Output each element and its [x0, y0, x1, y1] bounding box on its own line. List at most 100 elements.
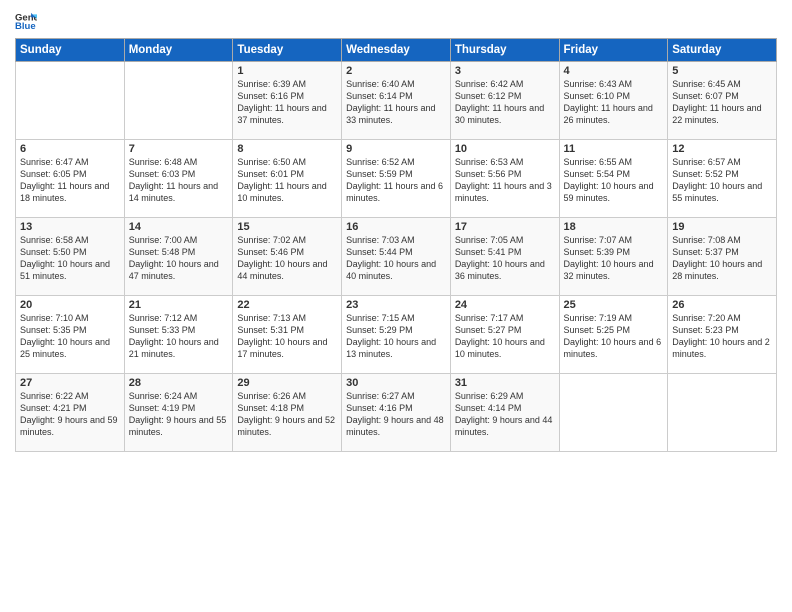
day-cell: 22 Sunrise: 7:13 AMSunset: 5:31 PMDayligh…	[233, 296, 342, 374]
cell-info: Sunrise: 6:39 AMSunset: 6:16 PMDaylight:…	[237, 79, 326, 125]
day-number: 28	[129, 377, 229, 389]
day-number: 11	[564, 143, 664, 155]
cell-info: Sunrise: 7:03 AMSunset: 5:44 PMDaylight:…	[346, 235, 436, 281]
cell-info: Sunrise: 6:29 AMSunset: 4:14 PMDaylight:…	[455, 391, 553, 437]
day-number: 20	[20, 299, 120, 311]
day-number: 18	[564, 221, 664, 233]
day-cell: 18 Sunrise: 7:07 AMSunset: 5:39 PMDayligh…	[559, 218, 668, 296]
day-cell: 27 Sunrise: 6:22 AMSunset: 4:21 PMDayligh…	[16, 374, 125, 452]
cell-info: Sunrise: 6:58 AMSunset: 5:50 PMDaylight:…	[20, 235, 110, 281]
weekday-header-monday: Monday	[124, 39, 233, 62]
day-number: 25	[564, 299, 664, 311]
day-number: 17	[455, 221, 555, 233]
day-cell: 25Sunrise: 7:19 AMSunset: 5:25 PMDayligh…	[559, 296, 668, 374]
cell-info: Sunrise: 7:15 AMSunset: 5:29 PMDaylight:…	[346, 313, 436, 359]
weekday-header-wednesday: Wednesday	[342, 39, 451, 62]
day-number: 6	[20, 143, 120, 155]
cell-info: Sunrise: 6:57 AMSunset: 5:52 PMDaylight:…	[672, 157, 762, 203]
day-cell	[124, 62, 233, 140]
weekday-header-tuesday: Tuesday	[233, 39, 342, 62]
day-cell	[559, 374, 668, 452]
weekday-header-row: SundayMondayTuesdayWednesdayThursdayFrid…	[16, 39, 777, 62]
day-cell: 29 Sunrise: 6:26 AMSunset: 4:18 PMDayligh…	[233, 374, 342, 452]
weekday-header-sunday: Sunday	[16, 39, 125, 62]
day-number: 15	[237, 221, 337, 233]
cell-info: Sunrise: 6:42 AMSunset: 6:12 PMDaylight:…	[455, 79, 544, 125]
day-number: 5	[672, 65, 772, 77]
cell-info: Sunrise: 7:13 AMSunset: 5:31 PMDaylight:…	[237, 313, 327, 359]
week-row-4: 20 Sunrise: 7:10 AMSunset: 5:35 PMDayligh…	[16, 296, 777, 374]
cell-info: Sunrise: 7:00 AMSunset: 5:48 PMDaylight:…	[129, 235, 219, 281]
day-cell: 1 Sunrise: 6:39 AMSunset: 6:16 PMDaylight…	[233, 62, 342, 140]
day-cell: 2 Sunrise: 6:40 AMSunset: 6:14 PMDaylight…	[342, 62, 451, 140]
day-number: 8	[237, 143, 337, 155]
cell-info: Sunrise: 7:02 AMSunset: 5:46 PMDaylight:…	[237, 235, 327, 281]
cell-info: Sunrise: 6:48 AMSunset: 6:03 PMDaylight:…	[129, 157, 218, 203]
day-number: 24	[455, 299, 555, 311]
cell-info: Sunrise: 6:50 AMSunset: 6:01 PMDaylight:…	[237, 157, 326, 203]
cell-info: Sunrise: 7:17 AMSunset: 5:27 PMDaylight:…	[455, 313, 545, 359]
day-number: 22	[237, 299, 337, 311]
day-cell	[668, 374, 777, 452]
day-cell: 31Sunrise: 6:29 AMSunset: 4:14 PMDayligh…	[450, 374, 559, 452]
page-container: General Blue SundayMondayTuesdayWednesda…	[0, 0, 792, 457]
cell-info: Sunrise: 6:40 AMSunset: 6:14 PMDaylight:…	[346, 79, 435, 125]
header: General Blue	[15, 10, 777, 32]
weekday-header-saturday: Saturday	[668, 39, 777, 62]
day-number: 23	[346, 299, 446, 311]
cell-info: Sunrise: 6:47 AMSunset: 6:05 PMDaylight:…	[20, 157, 109, 203]
day-number: 12	[672, 143, 772, 155]
day-cell: 30Sunrise: 6:27 AMSunset: 4:16 PMDayligh…	[342, 374, 451, 452]
day-cell: 13 Sunrise: 6:58 AMSunset: 5:50 PMDayligh…	[16, 218, 125, 296]
cell-info: Sunrise: 6:55 AMSunset: 5:54 PMDaylight:…	[564, 157, 654, 203]
day-cell: 15 Sunrise: 7:02 AMSunset: 5:46 PMDayligh…	[233, 218, 342, 296]
day-cell: 23 Sunrise: 7:15 AMSunset: 5:29 PMDayligh…	[342, 296, 451, 374]
day-number: 7	[129, 143, 229, 155]
day-number: 19	[672, 221, 772, 233]
logo: General Blue	[15, 10, 37, 32]
day-cell: 12 Sunrise: 6:57 AMSunset: 5:52 PMDayligh…	[668, 140, 777, 218]
cell-info: Sunrise: 7:05 AMSunset: 5:41 PMDaylight:…	[455, 235, 545, 281]
week-row-5: 27 Sunrise: 6:22 AMSunset: 4:21 PMDayligh…	[16, 374, 777, 452]
day-number: 3	[455, 65, 555, 77]
day-cell: 21Sunrise: 7:12 AMSunset: 5:33 PMDayligh…	[124, 296, 233, 374]
day-number: 9	[346, 143, 446, 155]
cell-info: Sunrise: 6:24 AMSunset: 4:19 PMDaylight:…	[129, 391, 227, 437]
day-cell: 6 Sunrise: 6:47 AMSunset: 6:05 PMDaylight…	[16, 140, 125, 218]
cell-info: Sunrise: 7:10 AMSunset: 5:35 PMDaylight:…	[20, 313, 110, 359]
day-cell: 10 Sunrise: 6:53 AMSunset: 5:56 PMDayligh…	[450, 140, 559, 218]
day-cell: 14 Sunrise: 7:00 AMSunset: 5:48 PMDayligh…	[124, 218, 233, 296]
cell-info: Sunrise: 7:08 AMSunset: 5:37 PMDaylight:…	[672, 235, 762, 281]
cell-info: Sunrise: 6:43 AMSunset: 6:10 PMDaylight:…	[564, 79, 653, 125]
day-number: 10	[455, 143, 555, 155]
day-number: 2	[346, 65, 446, 77]
day-number: 14	[129, 221, 229, 233]
day-cell: 4 Sunrise: 6:43 AMSunset: 6:10 PMDaylight…	[559, 62, 668, 140]
day-cell: 5 Sunrise: 6:45 AMSunset: 6:07 PMDaylight…	[668, 62, 777, 140]
day-number: 29	[237, 377, 337, 389]
logo-icon: General Blue	[15, 10, 37, 32]
day-number: 4	[564, 65, 664, 77]
day-number: 13	[20, 221, 120, 233]
cell-info: Sunrise: 6:53 AMSunset: 5:56 PMDaylight:…	[455, 157, 552, 203]
day-number: 27	[20, 377, 120, 389]
day-number: 26	[672, 299, 772, 311]
cell-info: Sunrise: 6:27 AMSunset: 4:16 PMDaylight:…	[346, 391, 444, 437]
day-cell: 26 Sunrise: 7:20 AMSunset: 5:23 PMDayligh…	[668, 296, 777, 374]
day-cell: 3 Sunrise: 6:42 AMSunset: 6:12 PMDaylight…	[450, 62, 559, 140]
cell-info: Sunrise: 6:45 AMSunset: 6:07 PMDaylight:…	[672, 79, 761, 125]
day-cell: 8 Sunrise: 6:50 AMSunset: 6:01 PMDaylight…	[233, 140, 342, 218]
day-cell: 24 Sunrise: 7:17 AMSunset: 5:27 PMDayligh…	[450, 296, 559, 374]
week-row-1: 1 Sunrise: 6:39 AMSunset: 6:16 PMDaylight…	[16, 62, 777, 140]
day-number: 1	[237, 65, 337, 77]
day-cell: 17 Sunrise: 7:05 AMSunset: 5:41 PMDayligh…	[450, 218, 559, 296]
day-number: 21	[129, 299, 229, 311]
day-cell	[16, 62, 125, 140]
cell-info: Sunrise: 6:26 AMSunset: 4:18 PMDaylight:…	[237, 391, 335, 437]
cell-info: Sunrise: 7:07 AMSunset: 5:39 PMDaylight:…	[564, 235, 654, 281]
day-cell: 19 Sunrise: 7:08 AMSunset: 5:37 PMDayligh…	[668, 218, 777, 296]
week-row-2: 6 Sunrise: 6:47 AMSunset: 6:05 PMDaylight…	[16, 140, 777, 218]
cell-info: Sunrise: 6:52 AMSunset: 5:59 PMDaylight:…	[346, 157, 443, 203]
cell-info: Sunrise: 7:20 AMSunset: 5:23 PMDaylight:…	[672, 313, 770, 359]
cell-info: Sunrise: 6:22 AMSunset: 4:21 PMDaylight:…	[20, 391, 118, 437]
